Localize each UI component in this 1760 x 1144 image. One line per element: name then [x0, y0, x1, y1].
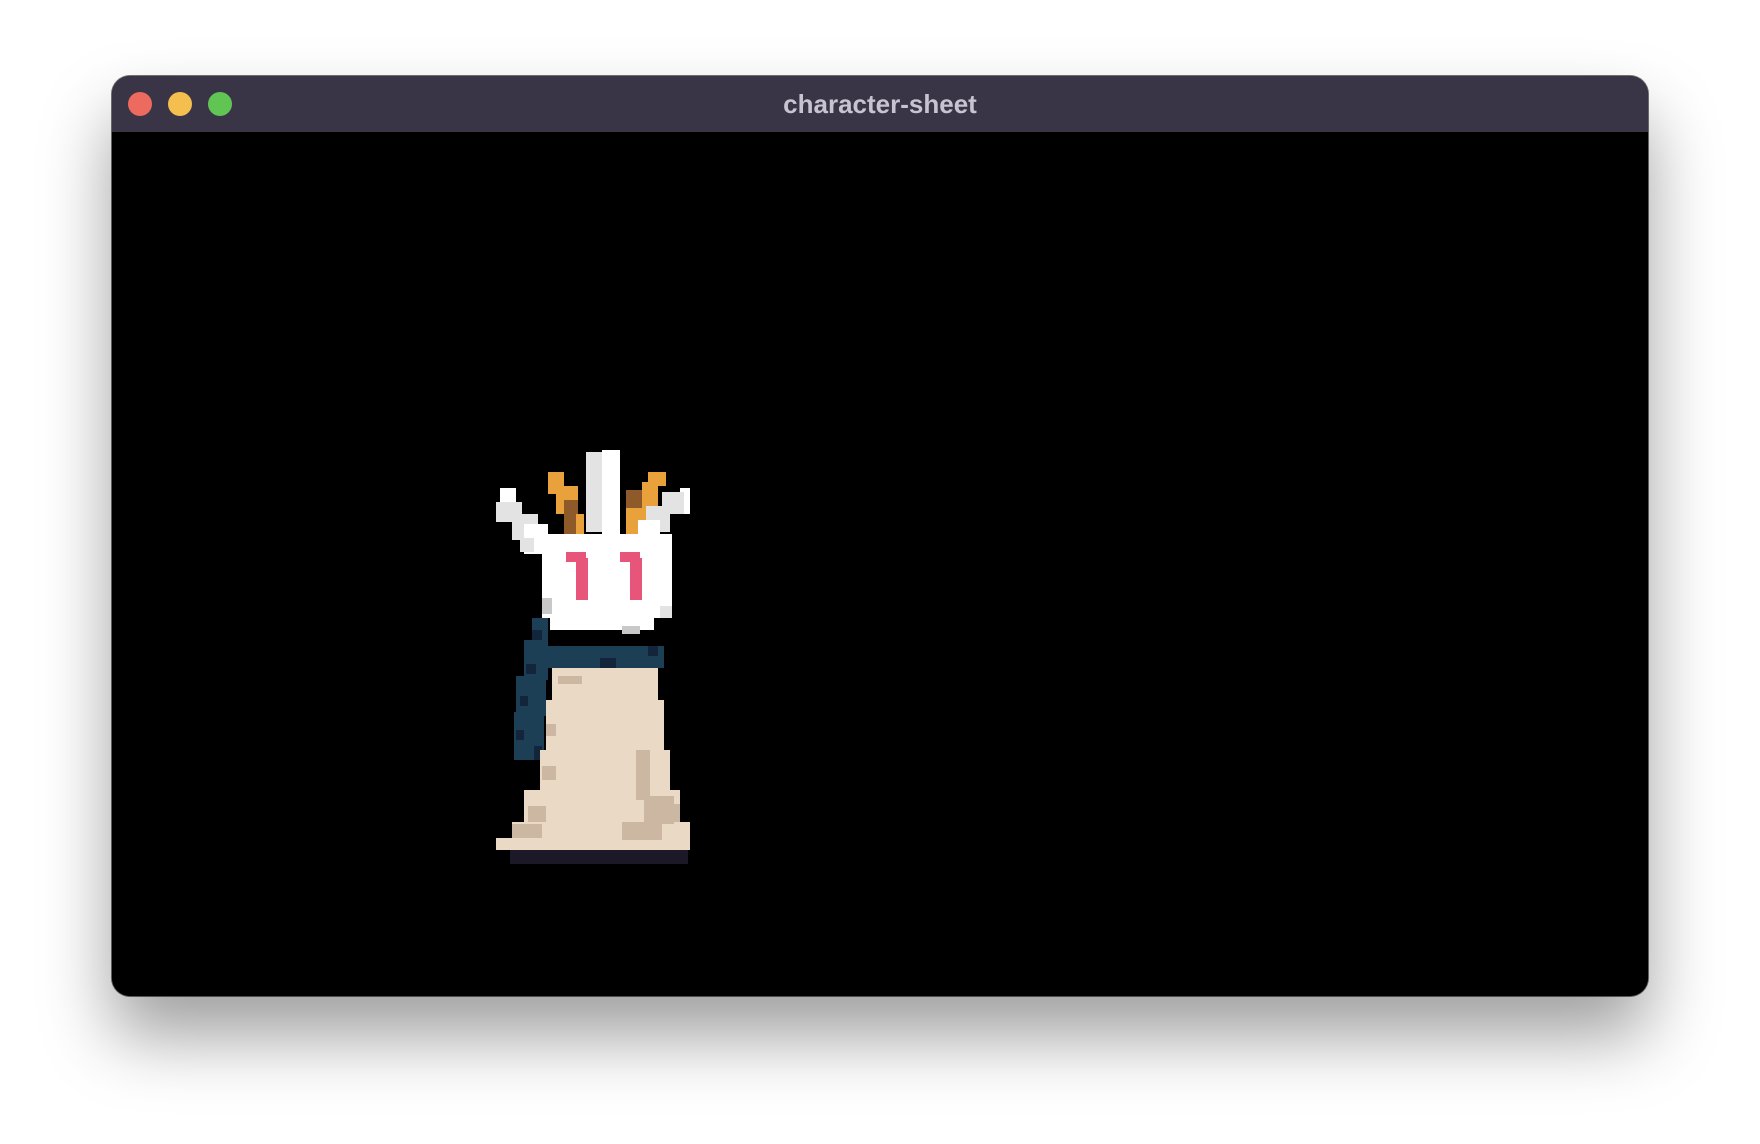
sprite-pixel: [528, 806, 546, 822]
app-window: character-sheet: [112, 76, 1648, 996]
sprite-pixel: [602, 450, 620, 534]
sprite-pixel: [622, 626, 640, 634]
sprite-pixel: [626, 490, 642, 510]
sprite-pixel: [636, 750, 650, 800]
window-title: character-sheet: [783, 89, 977, 119]
sprite-pixel: [564, 500, 578, 534]
sprite-pixel: [516, 730, 524, 740]
sprite-pixel: [526, 664, 536, 674]
sprite-pixel: [622, 822, 662, 840]
sprite-pixel: [546, 724, 556, 736]
character-sprite: [496, 450, 690, 864]
sprite-pixel: [660, 606, 672, 618]
sprite-pixel: [520, 696, 528, 706]
sprite-pixel: [512, 824, 542, 838]
sprite-pixel: [558, 676, 582, 684]
sprite-pixel: [648, 646, 658, 656]
sprite-pixel: [542, 766, 556, 780]
sprite-pixel: [630, 558, 642, 600]
sprite-shadow: [510, 850, 688, 864]
sprite-pixel: [520, 538, 534, 552]
sprite-pixel: [576, 558, 588, 600]
sprite-pixel: [666, 804, 680, 822]
sprite-pixel: [542, 598, 552, 614]
sprite-pixel: [642, 482, 658, 510]
game-viewport[interactable]: [112, 132, 1648, 996]
sprite-pixel: [532, 630, 542, 640]
sprite-pixel: [576, 514, 584, 534]
sprite-pixel: [542, 534, 672, 618]
title-bar[interactable]: character-sheet: [112, 76, 1648, 132]
